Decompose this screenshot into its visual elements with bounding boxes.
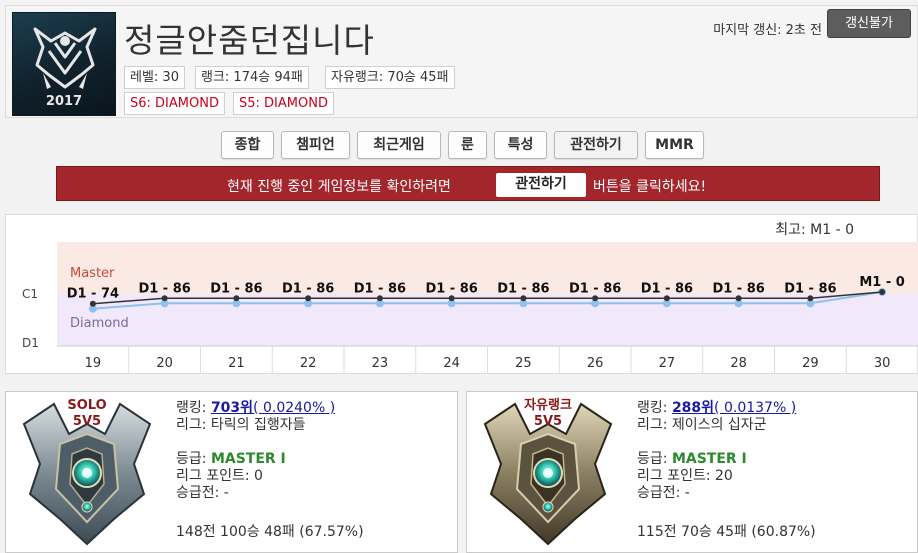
league-points: 리그 포인트: 0 <box>176 468 263 484</box>
last-update-text: 마지막 갱신: 2초 전 <box>713 23 822 38</box>
tab-overview[interactable]: 종합 <box>221 131 274 159</box>
ranking-percent[interactable]: ( 0.0240% ) <box>253 400 335 416</box>
x-tick-label: 19 <box>85 356 102 371</box>
x-tick-label: 25 <box>515 356 532 371</box>
promo-series: 승급전: - <box>176 485 229 501</box>
flex-record-tag: 자유랭크: 70승 45패 <box>325 66 455 89</box>
ranking-link[interactable]: 288위( 0.0137% ) <box>672 400 796 416</box>
data-label: D1 - 86 <box>569 281 621 296</box>
lp-history-chart: Master Diamond C1 D1 최고: M1 - 0 19 20 21 22 23 24 2… <box>5 214 918 374</box>
x-tick-label: 23 <box>372 356 389 371</box>
data-label: D1 - 86 <box>210 281 262 296</box>
band-label-diamond: Diamond <box>70 316 129 331</box>
league-points: 리그 포인트: 20 <box>637 468 733 484</box>
tab-champions[interactable]: 챔피언 <box>281 131 350 159</box>
data-label: D1 - 86 <box>354 281 406 296</box>
tab-masteries[interactable]: 특성 <box>494 131 547 159</box>
level-tag: 레벨: 30 <box>124 66 185 89</box>
win-loss-record: 148전 100승 48패 (67.57%) <box>176 524 364 540</box>
data-label: D1 - 86 <box>641 281 693 296</box>
data-label: D1 - 86 <box>138 281 190 296</box>
season6-tier-tag: S6: DIAMOND <box>124 92 225 115</box>
ranking-value[interactable]: 703위 <box>211 400 253 416</box>
queue-name: 자유랭크 <box>524 398 572 413</box>
profile-header: 2017 정글안줌던집니다 레벨: 30 랭크: 174승 94패 자유랭크: … <box>5 5 918 118</box>
queue-subtitle: 5V5 <box>72 414 102 429</box>
lp-chart-svg: Master Diamond C1 D1 최고: M1 - 0 19 20 21 22 23 24 2… <box>22 222 918 374</box>
data-label: D1 - 86 <box>784 281 836 296</box>
x-tick-label: 30 <box>874 356 891 371</box>
x-tick-label: 24 <box>443 356 460 371</box>
tab-recent-games[interactable]: 최근게임 <box>357 131 441 159</box>
tier-value: MASTER I <box>671 451 747 467</box>
peak-label: 최고: M1 - 0 <box>775 222 854 238</box>
data-label: M1 - 0 <box>859 275 904 290</box>
data-label: D1 - 74 <box>67 287 119 302</box>
y-tick-label: C1 <box>22 287 38 301</box>
tab-spectate[interactable]: 관전하기 <box>554 131 638 159</box>
rank-info: 랭킹: 703위( 0.0240% ) 리그: 타릭의 집행자들 등급: MAS… <box>176 400 335 502</box>
banner-text-after: 버튼을 클릭하세요! <box>593 179 707 195</box>
x-tick-label: 29 <box>802 356 819 371</box>
queue-name: SOLO <box>67 398 107 413</box>
banner-text-before: 현재 진행 중인 게임정보를 확인하려면 <box>227 179 451 195</box>
spectate-banner: 현재 진행 중인 게임정보를 확인하려면 관전하기 버튼을 클릭하세요! <box>56 166 880 201</box>
tier-label: 등급: <box>176 451 207 467</box>
ranking-percent[interactable]: ( 0.0137% ) <box>714 400 796 416</box>
tier-row: 등급: MASTER I <box>176 451 335 468</box>
tier-value: MASTER I <box>210 451 286 467</box>
ranking-row: 랭킹: 288위( 0.0137% ) <box>637 400 796 417</box>
tab-runes[interactable]: 룬 <box>448 131 487 159</box>
win-loss-record: 115전 70승 45패 (60.87%) <box>637 524 816 540</box>
summoner-name: 정글안줌던집니다 <box>124 21 375 60</box>
profile-icon: 2017 <box>12 12 116 116</box>
rank-record-tag: 랭크: 174승 94패 <box>195 66 309 89</box>
data-label: D1 - 86 <box>497 281 549 296</box>
league-name: 리그: 타릭의 집행자들 <box>176 417 306 433</box>
data-label: D1 - 86 <box>282 281 334 296</box>
data-label: D1 - 86 <box>712 281 764 296</box>
tier-label: 등급: <box>637 451 668 467</box>
tab-mmr[interactable]: MMR <box>645 131 704 159</box>
y-tick-label: D1 <box>22 336 39 350</box>
league-name: 리그: 제이스의 십자군 <box>637 417 767 433</box>
ranking-row: 랭킹: 703위( 0.0240% ) <box>176 400 335 417</box>
x-tick-label: 27 <box>659 356 676 371</box>
ranking-label: 랭킹: <box>637 400 668 416</box>
ranking-link[interactable]: 703위( 0.0240% ) <box>211 400 335 416</box>
diamond-band <box>57 294 918 346</box>
flex-rank-card: 자유랭크 5V5 랭킹: 288위( 0.0137% ) 리그: 제이스의 십자… <box>466 391 918 553</box>
ranking-label: 랭킹: <box>176 400 207 416</box>
x-tick-label: 28 <box>730 356 747 371</box>
x-tick-label: 26 <box>587 356 604 371</box>
x-tick-label: 20 <box>156 356 173 371</box>
season5-tier-tag: S5: DIAMOND <box>233 92 334 115</box>
band-label-master: Master <box>70 266 115 281</box>
year-badge: 2017 <box>45 94 83 109</box>
update-button[interactable]: 갱신불가 <box>827 9 911 38</box>
rank-info: 랭킹: 288위( 0.0137% ) 리그: 제이스의 십자군 등급: MAS… <box>637 400 796 502</box>
queue-subtitle: 5V5 <box>533 414 563 429</box>
ranking-value[interactable]: 288위 <box>672 400 714 416</box>
x-tick-label: 21 <box>228 356 245 371</box>
spectate-button[interactable]: 관전하기 <box>496 173 586 197</box>
tier-row: 등급: MASTER I <box>637 451 796 468</box>
x-tick-label: 22 <box>300 356 317 371</box>
promo-series: 승급전: - <box>637 485 690 501</box>
data-label: D1 - 86 <box>425 281 477 296</box>
solo-rank-card: SOLO 5V5 랭킹: 703위( 0.0240% ) 리그: 타릭의 집행자… <box>5 391 458 553</box>
